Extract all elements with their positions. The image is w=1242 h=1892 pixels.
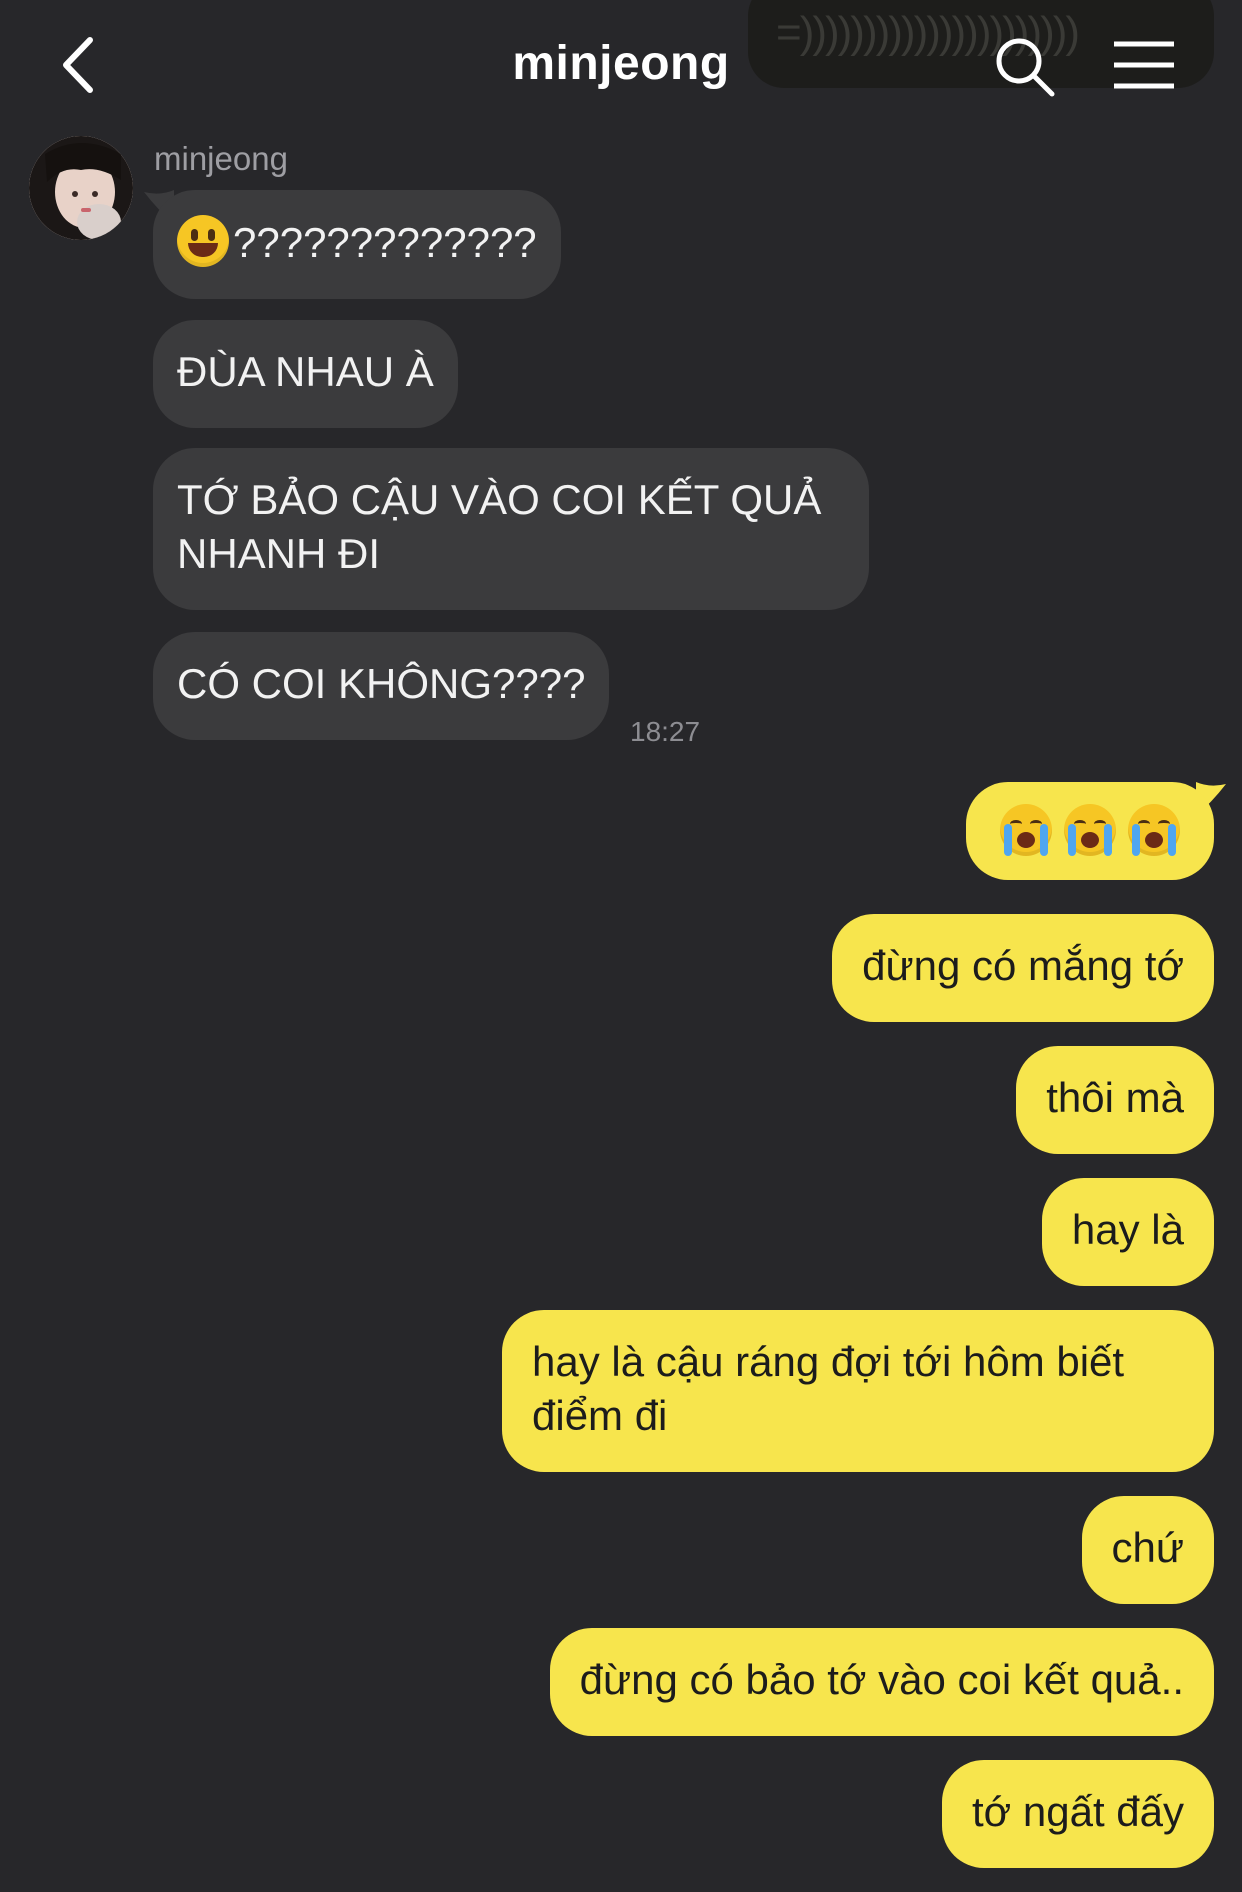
message-text: tớ ngất đấy (971, 1788, 1184, 1835)
message-text: hay là cậu ráng đợi tới hôm biết điểm đi (532, 1338, 1125, 1439)
message-text: đừng có mắng tớ (862, 942, 1184, 989)
message-timestamp: 18:27 (630, 716, 701, 747)
message-text: đừng có bảo tớ vào coi kết quả.. (579, 1656, 1184, 1703)
outgoing-message[interactable]: hay là (1041, 1178, 1214, 1286)
message-text: TỚ BẢO CẬU VÀO COI KẾT QUẢ NHANH ĐI (177, 476, 822, 577)
message-text: ????????????? (233, 219, 537, 266)
menu-icon[interactable] (1112, 38, 1176, 92)
incoming-message[interactable]: ĐÙA NHAU À (153, 320, 458, 428)
outgoing-message[interactable]: chứ (1081, 1496, 1214, 1604)
message-text: ĐÙA NHAU À (177, 348, 434, 395)
top-bar: =)))))))))))))))))))))) minjeong (0, 0, 1242, 130)
avatar[interactable] (29, 136, 133, 240)
message-text: thôi mà (1046, 1074, 1184, 1121)
incoming-message[interactable]: ????????????? (153, 190, 561, 299)
incoming-message[interactable]: TỚ BẢO CẬU VÀO COI KẾT QUẢ NHANH ĐI (153, 448, 869, 610)
grinning-face-icon (177, 215, 229, 267)
search-icon[interactable] (992, 34, 1058, 100)
outgoing-message[interactable] (966, 782, 1214, 880)
outgoing-message[interactable]: đừng có bảo tớ vào coi kết quả.. (549, 1628, 1214, 1736)
message-text: CÓ COI KHÔNG???? (177, 660, 586, 707)
crying-face-icon (1000, 804, 1052, 856)
incoming-message[interactable]: CÓ COI KHÔNG???? (153, 632, 610, 740)
outgoing-message[interactable]: hay là cậu ráng đợi tới hôm biết điểm đi (502, 1310, 1214, 1472)
crying-face-icon (1064, 804, 1116, 856)
crying-emojis (1000, 804, 1180, 856)
message-text: chứ (1111, 1524, 1184, 1571)
outgoing-message[interactable]: thôi mà (1016, 1046, 1214, 1154)
outgoing-message[interactable]: tớ ngất đấy (941, 1760, 1214, 1868)
crying-face-icon (1128, 804, 1180, 856)
message-text: hay là (1071, 1206, 1184, 1253)
outgoing-message[interactable]: đừng có mắng tớ (832, 914, 1214, 1022)
avatar-photo (29, 136, 133, 240)
sender-name: minjeong (154, 140, 288, 177)
